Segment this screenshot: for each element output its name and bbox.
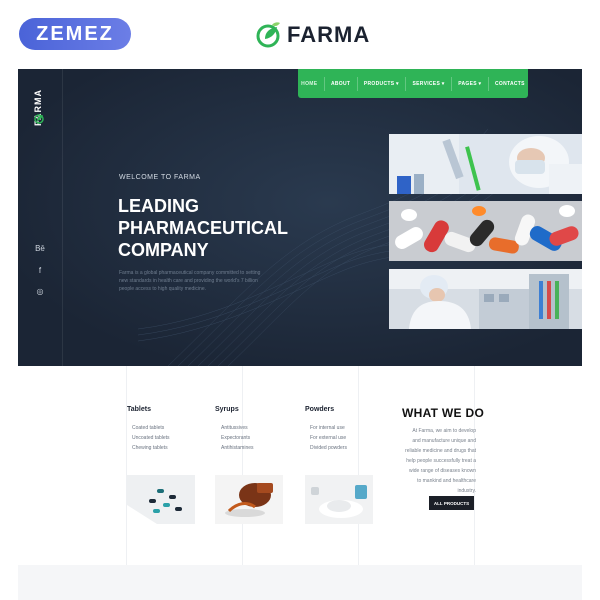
category-title-syrups[interactable]: Syrups: [215, 406, 239, 413]
hero-description: Farma is a global pharmaceutical company…: [119, 270, 261, 292]
tablets-photo[interactable]: [127, 475, 195, 524]
category-list-syrups: Antitussives Expectorants Antihistamines: [221, 423, 254, 453]
category-item[interactable]: Divided powders: [310, 443, 347, 453]
what-we-do-text: At Farma, we aim to develop and manufact…: [405, 428, 476, 494]
category-title-tablets[interactable]: Tablets: [127, 406, 151, 413]
behance-icon[interactable]: Bē: [34, 242, 46, 254]
hero-headline-line: COMPANY: [118, 240, 209, 260]
hero-welcome: WELCOME TO FARMA: [119, 174, 201, 181]
all-products-button[interactable]: ALL PRODUCTS: [429, 496, 474, 510]
category-item[interactable]: Coated tablets: [132, 423, 170, 433]
zemez-logo[interactable]: ZEMEZ: [19, 18, 131, 50]
nav-item-pages[interactable]: PAGES ▾: [458, 81, 481, 87]
syrup-photo[interactable]: [215, 475, 283, 524]
brand-name: FARMA: [287, 22, 371, 47]
leaf-logo-icon: [34, 114, 44, 124]
category-item[interactable]: Antitussives: [221, 423, 254, 433]
hero-headline: LEADING PHARMACEUTICAL COMPANY: [118, 195, 318, 261]
nav-item-home[interactable]: HOME: [301, 81, 317, 87]
category-item[interactable]: Uncoated tablets: [132, 433, 170, 443]
nav-divider: [487, 76, 489, 91]
nav-item-products[interactable]: PRODUCTS ▾: [364, 81, 399, 87]
nav-divider: [450, 76, 452, 91]
hero-section: FARMA Bē f ◎ HOME ABOUT PRODUCTS ▾ SERVI…: [18, 69, 582, 366]
brand-logo[interactable]: FARMA: [255, 20, 370, 50]
nav-item-services[interactable]: SERVICES ▾: [412, 81, 444, 87]
category-item[interactable]: Expectorants: [221, 433, 254, 443]
category-item[interactable]: For external use: [310, 433, 347, 443]
nav-item-contacts[interactable]: CONTACTS: [495, 81, 525, 87]
hero-headline-line: PHARMACEUTICAL: [118, 218, 288, 238]
nav-divider: [405, 76, 407, 91]
category-item[interactable]: Antihistamines: [221, 443, 254, 453]
category-list-powders: For internal use For external use Divide…: [310, 423, 347, 453]
sidebar-strip: FARMA Bē f ◎: [18, 69, 63, 366]
nav-divider: [356, 76, 358, 91]
category-title-powders[interactable]: Powders: [305, 406, 334, 413]
category-item[interactable]: For internal use: [310, 423, 347, 433]
instagram-icon[interactable]: ◎: [34, 285, 46, 297]
category-list-tablets: Coated tablets Uncoated tablets Chewing …: [132, 423, 170, 453]
leaf-logo-icon: [256, 22, 280, 48]
categories-section: Tablets Coated tablets Uncoated tablets …: [18, 366, 582, 600]
pills-photo: [389, 201, 582, 261]
powder-photo[interactable]: [305, 475, 373, 524]
nav-divider: [323, 76, 325, 91]
lab-scientist-photo: [389, 134, 582, 194]
bottom-band: [18, 565, 582, 600]
hero-headline-line: LEADING: [118, 196, 199, 216]
category-item[interactable]: Chewing tablets: [132, 443, 170, 453]
main-nav: HOME ABOUT PRODUCTS ▾ SERVICES ▾ PAGES ▾…: [298, 69, 528, 98]
nav-item-about[interactable]: ABOUT: [331, 81, 350, 87]
facebook-icon[interactable]: f: [34, 264, 46, 276]
what-we-do-title: WHAT WE DO: [402, 406, 485, 420]
lab-worker-photo: [389, 269, 582, 329]
